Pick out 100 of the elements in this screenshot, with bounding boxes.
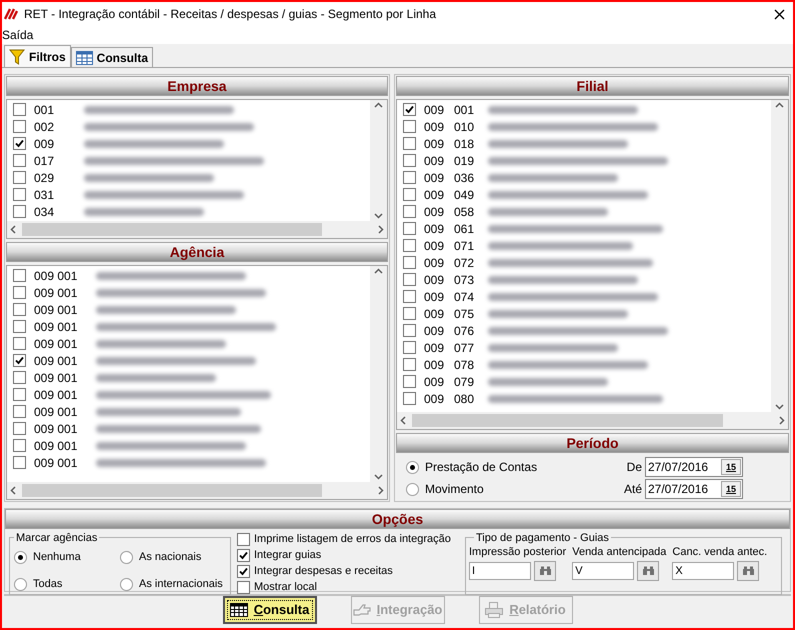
checkbox[interactable] bbox=[13, 269, 26, 282]
date-label: De bbox=[626, 459, 642, 476]
radio-button[interactable] bbox=[406, 460, 419, 474]
chevron-down-icon[interactable] bbox=[374, 474, 383, 480]
radio-button[interactable] bbox=[14, 578, 27, 591]
calendar-button[interactable]: 15 bbox=[721, 481, 741, 497]
menu-item[interactable]: Saída bbox=[2, 26, 34, 44]
chevron-left-icon[interactable] bbox=[10, 225, 16, 234]
checkbox[interactable] bbox=[403, 120, 416, 133]
company-code: 001 bbox=[34, 102, 56, 118]
checkbox[interactable] bbox=[13, 388, 26, 402]
field-label: Venda antencipada bbox=[572, 545, 666, 560]
checkbox[interactable] bbox=[13, 439, 26, 452]
horizontal-scrollbar[interactable] bbox=[397, 412, 788, 429]
radio-button[interactable] bbox=[14, 551, 27, 564]
company-code: 009 bbox=[34, 136, 56, 152]
radio-button[interactable] bbox=[406, 482, 419, 496]
vertical-scrollbar[interactable] bbox=[370, 100, 387, 222]
radio-label: Nenhuma bbox=[33, 550, 81, 566]
tab[interactable]: Filtros bbox=[4, 45, 71, 67]
chevron-up-icon[interactable] bbox=[775, 102, 784, 108]
checkbox[interactable] bbox=[13, 154, 26, 167]
lookup-button[interactable] bbox=[534, 560, 556, 580]
agency-code: 009 001 bbox=[34, 404, 78, 421]
checkbox[interactable] bbox=[403, 290, 416, 303]
checkbox[interactable] bbox=[13, 120, 26, 133]
company-code: 009 bbox=[424, 340, 446, 356]
branch-code: 036 bbox=[454, 170, 476, 186]
chevron-right-icon[interactable] bbox=[378, 486, 384, 495]
agency-code: 009 001 bbox=[34, 268, 78, 285]
radio-label: As nacionais bbox=[139, 550, 202, 566]
lookup-button[interactable] bbox=[637, 560, 660, 580]
company-code: 009 bbox=[424, 356, 446, 374]
agency-code: 009 001 bbox=[34, 352, 78, 370]
radio-button[interactable] bbox=[120, 551, 133, 564]
checkbox[interactable] bbox=[237, 564, 250, 578]
chevron-left-icon[interactable] bbox=[10, 486, 16, 495]
checkbox[interactable] bbox=[403, 222, 416, 235]
checkbox[interactable] bbox=[403, 392, 416, 405]
chevron-down-icon[interactable] bbox=[374, 213, 383, 220]
checkbox[interactable] bbox=[13, 171, 26, 184]
checkbox[interactable] bbox=[13, 103, 26, 116]
horizontal-scrollbar[interactable] bbox=[7, 482, 387, 499]
company-code: 009 bbox=[424, 288, 446, 306]
checkbox[interactable] bbox=[13, 422, 26, 436]
vertical-scrollbar[interactable] bbox=[771, 100, 788, 412]
input-field[interactable]: V bbox=[572, 562, 634, 580]
checkbox[interactable] bbox=[13, 371, 26, 384]
checkbox[interactable] bbox=[403, 171, 416, 184]
checkbox[interactable] bbox=[403, 358, 416, 371]
checkbox[interactable] bbox=[403, 103, 416, 116]
input-field[interactable]: I bbox=[469, 562, 531, 580]
lookup-button[interactable] bbox=[737, 560, 760, 580]
checkbox-label: Integrar despesas e receitas bbox=[254, 564, 393, 579]
window-title: RET - Integração contábil - Receitas / despesas / guias - Segmento por Linha bbox=[24, 6, 438, 23]
chevron-right-icon[interactable] bbox=[378, 225, 384, 234]
checkbox[interactable] bbox=[13, 286, 26, 300]
checkbox[interactable] bbox=[13, 337, 26, 350]
date-field[interactable]: 27/07/2016 15 bbox=[645, 457, 743, 477]
checkbox[interactable] bbox=[13, 456, 26, 470]
input-field[interactable]: X bbox=[672, 562, 734, 580]
chevron-up-icon[interactable] bbox=[374, 268, 383, 274]
checkbox[interactable] bbox=[237, 580, 250, 594]
checkbox[interactable] bbox=[13, 405, 26, 418]
checkbox[interactable] bbox=[13, 320, 26, 334]
checkbox[interactable] bbox=[13, 354, 26, 368]
checkbox[interactable] bbox=[237, 548, 250, 562]
checkbox[interactable] bbox=[403, 256, 416, 269]
chevron-up-icon[interactable] bbox=[374, 102, 383, 108]
checkbox-label: Imprime listagem de erros da integração bbox=[254, 532, 451, 547]
checkbox[interactable] bbox=[403, 239, 416, 252]
calendar-button[interactable]: 15 bbox=[721, 459, 741, 475]
action-button[interactable]: Consulta bbox=[222, 596, 316, 624]
checkbox[interactable] bbox=[403, 154, 416, 167]
horizontal-scrollbar[interactable] bbox=[7, 221, 387, 238]
company-code: 009 bbox=[424, 136, 446, 152]
checkbox[interactable] bbox=[403, 375, 416, 388]
checkbox[interactable] bbox=[237, 532, 250, 546]
checkbox[interactable] bbox=[403, 188, 416, 201]
checkbox[interactable] bbox=[13, 205, 26, 218]
chevron-down-icon[interactable] bbox=[775, 404, 784, 410]
branch-code: 072 bbox=[454, 254, 476, 272]
checkbox[interactable] bbox=[13, 303, 26, 316]
checkbox[interactable] bbox=[403, 324, 416, 337]
checkbox[interactable] bbox=[403, 341, 416, 354]
checkbox[interactable] bbox=[13, 137, 26, 150]
checkbox[interactable] bbox=[403, 273, 416, 286]
chevron-left-icon[interactable] bbox=[400, 416, 406, 425]
company-code: 009 bbox=[424, 374, 446, 390]
tab[interactable]: Consulta bbox=[70, 47, 154, 67]
checkbox[interactable] bbox=[403, 205, 416, 218]
chevron-right-icon[interactable] bbox=[779, 416, 785, 425]
checkbox-label: Mostrar local bbox=[254, 580, 317, 595]
date-field[interactable]: 27/07/2016 15 bbox=[645, 479, 743, 499]
vertical-scrollbar[interactable] bbox=[370, 266, 387, 482]
hand-icon bbox=[352, 602, 371, 618]
radio-button[interactable] bbox=[120, 578, 133, 591]
checkbox[interactable] bbox=[13, 188, 26, 201]
checkbox[interactable] bbox=[403, 137, 416, 150]
checkbox[interactable] bbox=[403, 307, 416, 320]
